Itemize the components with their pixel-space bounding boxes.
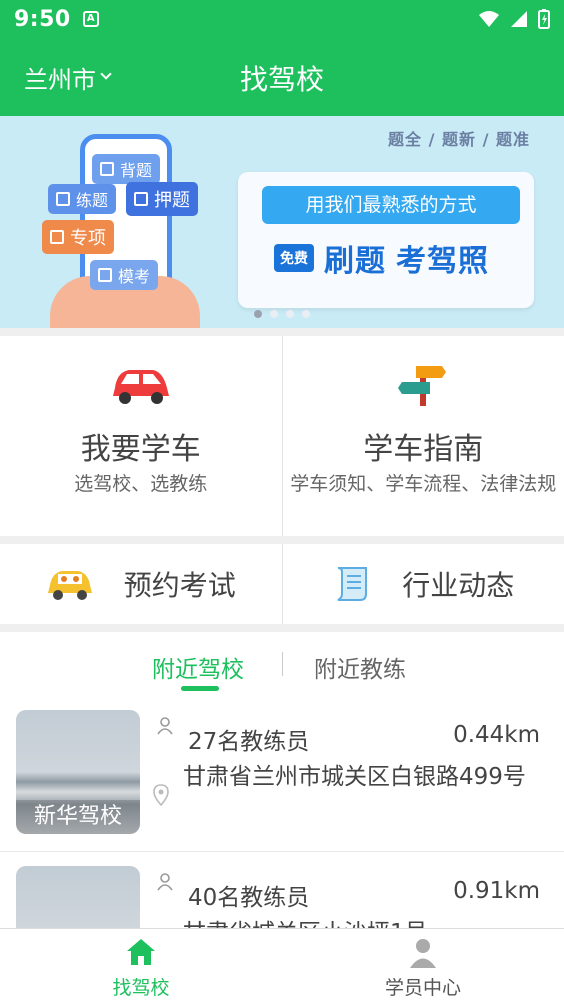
tab-active-indicator xyxy=(181,686,219,691)
chip-ya: 押题 xyxy=(126,182,198,216)
driving-guide-card[interactable]: 学车指南 学车须知、学车流程、法律法规 xyxy=(281,336,564,536)
nav-student-center-label: 学员中心 xyxy=(384,977,461,999)
book-exam-card[interactable]: 预约考试 xyxy=(0,544,282,624)
driving-guide-title: 学车指南 xyxy=(363,432,484,467)
taxi-icon xyxy=(47,571,92,600)
bottom-nav: 找驾校 学员中心 xyxy=(0,928,564,1004)
person-icon xyxy=(157,873,173,891)
feature-grid: 我要学车 选驾校、选教练 学车指南 学车须知、学车流程、法律法规 xyxy=(0,336,564,536)
list-item[interactable]: 40名教练员 0.91km 甘肃省城关区小沙坪1号 xyxy=(0,852,564,930)
person-icon xyxy=(157,717,173,735)
coach-count: 40名教练员 xyxy=(188,885,310,911)
banner-panel: 用我们最熟悉的方式 免费 刷题 考驾照 xyxy=(238,172,534,308)
notification-app-icon: A xyxy=(82,11,99,27)
banner-tagline: 题全 / 题新 / 题准 xyxy=(388,130,530,149)
learn-driving-subtitle: 选驾校、选教练 xyxy=(74,473,208,495)
signpost-icon xyxy=(398,366,447,406)
wifi-icon xyxy=(479,11,499,27)
banner-slogan: 免费 刷题 考驾照 xyxy=(274,236,489,280)
school-thumbnail: 新华驾校 xyxy=(16,710,140,834)
carousel-dot[interactable] xyxy=(302,310,310,318)
driving-guide-subtitle: 学车须知、学车流程、法律法规 xyxy=(290,473,557,495)
signal-icon xyxy=(511,11,527,27)
user-icon xyxy=(410,939,436,968)
carousel-dot[interactable] xyxy=(270,310,278,318)
industry-news-card[interactable]: 行业动态 xyxy=(281,544,564,624)
book-exam-label: 预约考试 xyxy=(123,569,236,602)
school-name: 新华驾校 xyxy=(16,800,140,834)
chip-mokao: 模考 xyxy=(90,260,159,290)
slogan-part1: 刷题 xyxy=(324,244,386,279)
learn-driving-title: 我要学车 xyxy=(80,432,201,467)
distance: 0.44km xyxy=(453,722,540,748)
school-list: 新华驾校 27名教练员 0.44km 甘肃省兰州市城关区白银路499号 40名教… xyxy=(0,696,564,930)
distance: 0.91km xyxy=(453,878,540,904)
location-pin-icon xyxy=(153,784,169,806)
chip-zhuanxiang: 专项 xyxy=(42,220,114,254)
school-address: 甘肃省兰州市城关区白银路499号 xyxy=(183,764,526,790)
status-time: 9:50 xyxy=(14,6,71,32)
tab-bar: 附近驾校 附近教练 xyxy=(0,632,564,696)
car-icon xyxy=(112,370,169,404)
learn-driving-card[interactable]: 我要学车 选驾校、选教练 xyxy=(0,336,282,536)
carousel-dot[interactable] xyxy=(286,310,294,318)
tab-nearby-schools[interactable]: 附近驾校 xyxy=(152,650,244,684)
nav-find-school[interactable]: 找驾校 xyxy=(0,929,282,1004)
school-thumbnail xyxy=(16,866,140,930)
carousel-dots xyxy=(254,310,310,318)
coach-count: 27名教练员 xyxy=(188,729,310,755)
document-icon xyxy=(337,567,368,601)
promo-banner[interactable]: 背题 练题 押题 专项 模考 题全 / 题新 / 题准 用我们最熟悉的方式 免费… xyxy=(0,116,564,328)
chip-lian: 练题 xyxy=(48,184,117,214)
nav-student-center[interactable]: 学员中心 xyxy=(282,929,564,1004)
banner-headline: 用我们最熟悉的方式 xyxy=(262,186,520,224)
feature-row: 预约考试 行业动态 xyxy=(0,544,564,624)
app-screen: 9:50 A 兰州市 找驾校 背题 练题 押题 专项 模考 题全 / 题新 / … xyxy=(0,0,564,1004)
list-item[interactable]: 新华驾校 27名教练员 0.44km 甘肃省兰州市城关区白银路499号 xyxy=(0,696,564,852)
home-icon xyxy=(127,939,155,965)
status-bar: 9:50 A xyxy=(0,0,564,38)
status-icons xyxy=(478,9,550,29)
free-badge: 免费 xyxy=(274,244,314,272)
slogan-part2: 考驾照 xyxy=(396,244,489,279)
carousel-dot[interactable] xyxy=(254,310,262,318)
tab-nearby-coaches[interactable]: 附近教练 xyxy=(314,650,406,684)
page-title: 找驾校 xyxy=(239,63,324,96)
industry-news-label: 行业动态 xyxy=(402,569,515,602)
app-bar: 兰州市 找驾校 xyxy=(0,38,564,116)
tab-divider xyxy=(282,652,283,676)
battery-icon xyxy=(538,9,550,29)
chip-bei: 背题 xyxy=(92,154,161,184)
nav-find-school-label: 找驾校 xyxy=(112,977,170,999)
